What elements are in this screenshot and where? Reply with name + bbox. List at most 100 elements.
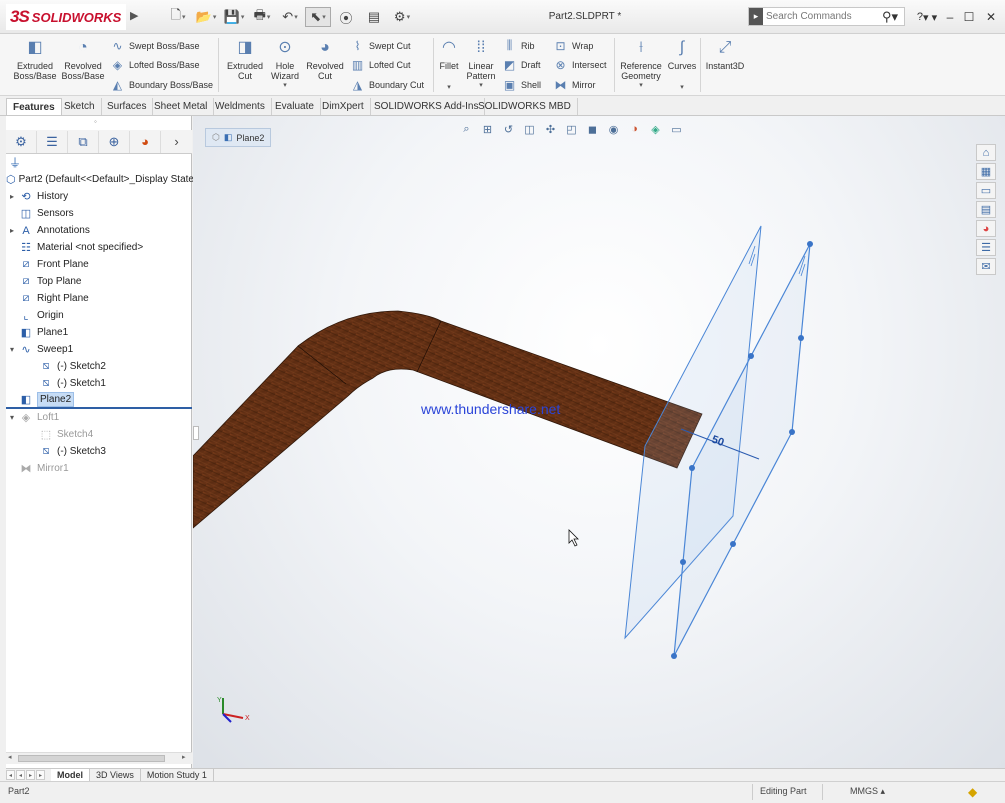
tree-item-front-plane[interactable]: ⧄ Front Plane: [6, 256, 192, 273]
help-icon[interactable]: ? ▾ ▾: [912, 7, 942, 27]
tree-item-sweep1[interactable]: ▾ ∿ Sweep1: [6, 341, 192, 358]
tree-item-plane1[interactable]: ◧ Plane1: [6, 324, 192, 341]
hole-wizard-button[interactable]: ⊙ Hole Wizard ▾: [266, 38, 304, 91]
fillet-dropdown-icon[interactable]: ▾: [447, 83, 451, 93]
reference-geometry-button[interactable]: ⟊ Reference Geometry ▾: [618, 38, 664, 91]
tab-model[interactable]: Model: [51, 769, 90, 781]
print-icon[interactable]: 🖶 ▾: [249, 7, 275, 27]
select-pointer-icon[interactable]: ⬉ ▾: [305, 7, 331, 27]
search-icon[interactable]: ⚲▾: [876, 9, 904, 25]
dimxpert-manager-tab-icon[interactable]: ⊕: [99, 130, 130, 153]
curves-dropdown-icon[interactable]: ▾: [680, 83, 684, 93]
tree-item-sketch2[interactable]: ⧅ (-) Sketch2: [6, 358, 192, 375]
open-folder-icon[interactable]: 📂 ▾: [193, 7, 219, 27]
linear-pattern-dropdown-icon[interactable]: ▾: [479, 81, 483, 91]
tab-solidworks-mbd[interactable]: SOLIDWORKS MBD: [472, 98, 578, 115]
options-gear-icon[interactable]: ⚙ ▾: [389, 7, 415, 27]
feature-manager-tab-icon[interactable]: ⚙: [6, 130, 37, 153]
expand-arrow-icon[interactable]: ▸: [6, 226, 18, 235]
hole-wizard-dropdown-icon[interactable]: ▾: [283, 81, 287, 91]
tab-weldments[interactable]: Weldments: [209, 98, 272, 115]
tab-solidworks-addins[interactable]: SOLIDWORKS Add-Ins: [368, 98, 486, 115]
tree-item-loft1[interactable]: ▾ ◈ Loft1: [6, 409, 192, 426]
close-window-icon[interactable]: ✕: [981, 7, 1001, 27]
swept-boss-button[interactable]: ∿ Swept Boss/Base: [110, 37, 199, 54]
prev-tab-arrow-icon[interactable]: ◂: [16, 770, 25, 780]
pane-collapse-handle[interactable]: [193, 426, 199, 440]
tree-item-origin[interactable]: ⌞ Origin: [6, 307, 192, 324]
tree-item-sketch3[interactable]: ⧅ (-) Sketch3: [6, 443, 192, 460]
rib-button[interactable]: ⫼ Rib: [502, 37, 535, 54]
tree-root-part[interactable]: ⬡ Part2 (Default<<Default>_Display State: [6, 171, 194, 188]
last-tab-arrow-icon[interactable]: ▸: [36, 770, 45, 780]
traffic-light-icon[interactable]: ⦿: [333, 7, 359, 27]
triad-x-label: X: [245, 715, 250, 722]
configuration-manager-tab-icon[interactable]: ⧉: [68, 130, 99, 153]
tree-item-top-plane[interactable]: ⧄ Top Plane: [6, 273, 192, 290]
scroll-left-icon[interactable]: ◂: [8, 753, 12, 761]
fillet-button[interactable]: ◠ Fillet ▾: [436, 38, 462, 93]
rebuild-status-icon[interactable]: ◆: [968, 785, 977, 799]
tree-item-plane2[interactable]: ◧ Plane2: [6, 392, 192, 409]
unit-system-selector[interactable]: MMGS ▴: [850, 786, 885, 797]
tab-features[interactable]: Features: [6, 98, 62, 115]
graphics-area[interactable]: ⬡ ◧ Plane2 ⌕ ⊞ ↺ ◫ ✣ ◰ ◼ ◉ ◑ ◈ ▭ ⊟ ⊡ – ❐…: [193, 116, 1005, 768]
extruded-boss-button[interactable]: ◧ Extruded Boss/Base: [12, 38, 58, 82]
file-properties-icon[interactable]: ▤: [361, 7, 387, 27]
property-manager-tab-icon[interactable]: ☰: [37, 130, 68, 153]
minimize-window-icon[interactable]: –: [940, 7, 960, 27]
reference-geometry-dropdown-icon[interactable]: ▾: [639, 81, 643, 91]
intersect-button[interactable]: ⊗ Intersect: [553, 56, 606, 73]
revolved-boss-button[interactable]: ◔ Revolved Boss/Base: [60, 38, 106, 82]
instant3d-button[interactable]: ⤢ Instant3D: [704, 38, 746, 72]
undo-icon[interactable]: ↶ ▾: [277, 7, 303, 27]
extruded-cut-button[interactable]: ◨ Extruded Cut: [224, 38, 266, 82]
tree-item-sensors[interactable]: ◫ Sensors: [6, 205, 192, 222]
filter-icon[interactable]: ⏚: [9, 154, 21, 171]
tree-item-sketch4[interactable]: ⬚ Sketch4: [6, 426, 192, 443]
tabs-next-icon[interactable]: ›: [161, 131, 192, 153]
tree-item-right-plane[interactable]: ⧄ Right Plane: [6, 290, 192, 307]
boundary-boss-button[interactable]: ◭ Boundary Boss/Base: [110, 76, 213, 93]
tab-surfaces[interactable]: Surfaces: [101, 98, 154, 115]
pane-grip-icon[interactable]: ◦: [94, 117, 97, 126]
collapse-arrow-icon[interactable]: ▾: [6, 413, 18, 422]
tree-item-annotations[interactable]: ▸ A Annotations: [6, 222, 192, 239]
scrollbar-thumb[interactable]: [18, 755, 165, 762]
shell-button[interactable]: ▣ Shell: [502, 76, 541, 93]
save-icon[interactable]: 💾 ▾: [221, 7, 247, 27]
lofted-cut-button[interactable]: ▥ Lofted Cut: [350, 56, 411, 73]
tree-item-sketch1[interactable]: ⧅ (-) Sketch1: [6, 375, 192, 392]
draft-button[interactable]: ◩ Draft: [502, 56, 541, 73]
wrap-button[interactable]: ⊡ Wrap: [553, 37, 593, 54]
search-commands-field[interactable]: ▸ Search Commands ⚲▾: [748, 7, 905, 26]
lofted-boss-button[interactable]: ◈ Lofted Boss/Base: [110, 56, 200, 73]
boundary-cut-button[interactable]: ◮ Boundary Cut: [350, 76, 424, 93]
watermark-text: www.thundershare.net: [421, 401, 561, 417]
tab-sketch[interactable]: Sketch: [58, 98, 102, 115]
next-tab-arrow-icon[interactable]: ▸: [26, 770, 35, 780]
tab-motion-study[interactable]: Motion Study 1: [141, 769, 214, 781]
swept-cut-button[interactable]: ⌇ Swept Cut: [350, 37, 411, 54]
tab-3d-views[interactable]: 3D Views: [90, 769, 141, 781]
linear-pattern-button[interactable]: ⁞⁞ Linear Pattern ▾: [464, 38, 498, 91]
revolved-cut-button[interactable]: ◕ Revolved Cut: [304, 38, 346, 82]
horizontal-scrollbar[interactable]: ◂ ▸: [6, 752, 192, 764]
first-tab-arrow-icon[interactable]: ◂: [6, 770, 15, 780]
maximize-window-icon[interactable]: ☐: [959, 7, 979, 27]
display-manager-tab-icon[interactable]: ◕: [130, 130, 161, 153]
tree-item-history[interactable]: ▸ ⟲ History: [6, 188, 192, 205]
tree-item-material[interactable]: ☷ Material <not specified>: [6, 239, 192, 256]
mirror-button[interactable]: ⧓ Mirror: [553, 76, 596, 93]
menu-expand-icon[interactable]: ▶: [130, 9, 138, 22]
scroll-right-icon[interactable]: ▸: [182, 753, 186, 761]
curves-button[interactable]: ∫ Curves ▾: [666, 38, 698, 93]
tab-evaluate[interactable]: Evaluate: [269, 98, 321, 115]
expand-arrow-icon[interactable]: ▸: [6, 192, 18, 201]
tab-dimxpert[interactable]: DimXpert: [316, 98, 371, 115]
solidworks-logo[interactable]: 3S SOLIDWORKS: [6, 4, 126, 30]
collapse-arrow-icon[interactable]: ▾: [6, 345, 18, 354]
tab-sheet-metal[interactable]: Sheet Metal: [148, 98, 215, 115]
new-document-icon[interactable]: 🗋 ▾: [165, 7, 191, 27]
tree-item-mirror1[interactable]: ⧓ Mirror1: [6, 460, 192, 477]
